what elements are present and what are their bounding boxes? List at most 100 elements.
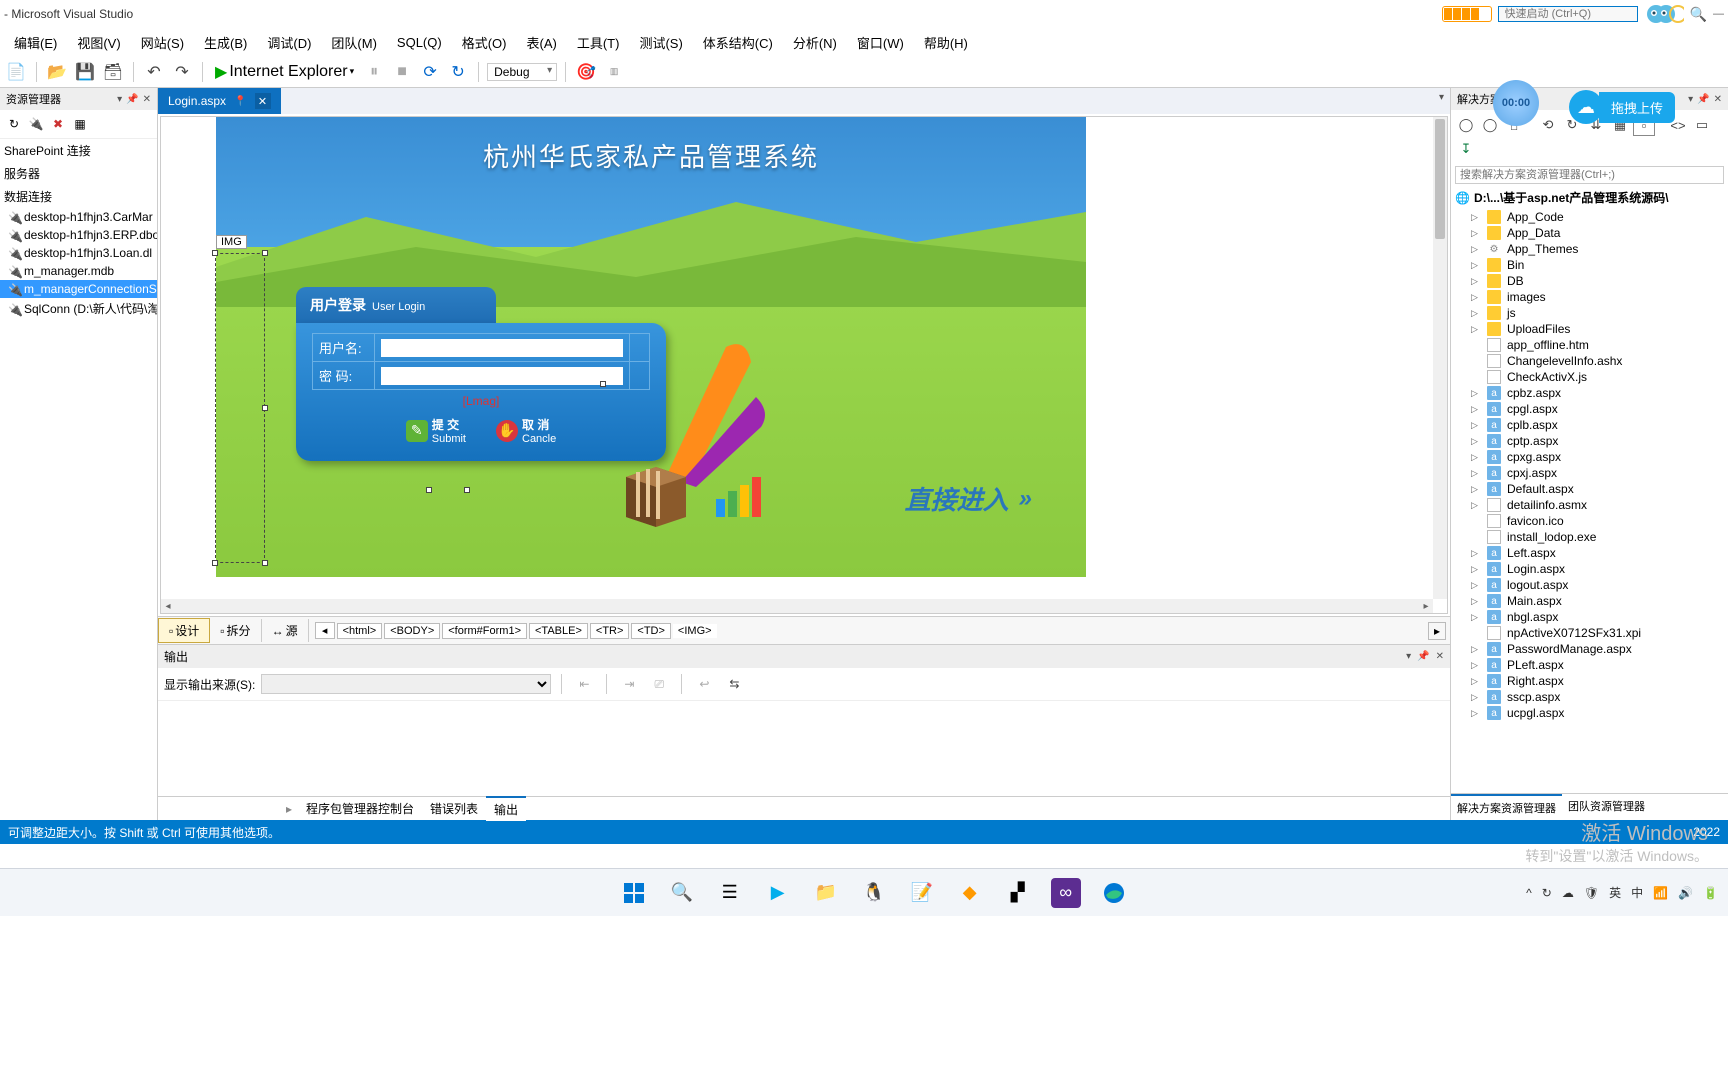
app-icon[interactable]: ◆: [955, 878, 985, 908]
connection-item[interactable]: 🔌desktop-h1fhjn3.Loan.dl: [0, 244, 157, 262]
expand-icon[interactable]: ▷: [1471, 420, 1481, 431]
expand-icon[interactable]: ▷: [1471, 468, 1481, 479]
solution-item[interactable]: ▷asscp.aspx: [1451, 689, 1728, 705]
direct-enter-link[interactable]: 直接进入»: [905, 480, 1026, 517]
crumb-prev-icon[interactable]: ◂: [315, 622, 335, 639]
find-msg-icon[interactable]: ⇥: [617, 672, 641, 696]
config-combo[interactable]: Debug: [487, 63, 557, 81]
connection-item[interactable]: 🔌m_managerConnectionS: [0, 280, 157, 298]
solution-item[interactable]: ChangelevelInfo.ashx: [1451, 353, 1728, 369]
crumb-item[interactable]: <form#Form1>: [442, 623, 527, 639]
sync-icon[interactable]: ↻: [1542, 886, 1552, 900]
horizontal-scrollbar[interactable]: ◂▸: [161, 599, 1433, 613]
expand-icon[interactable]: ▷: [1471, 244, 1481, 255]
refresh-icon[interactable]: ↻: [4, 114, 24, 134]
output-text[interactable]: [158, 701, 1450, 796]
solution-item[interactable]: ▷aucpgl.aspx: [1451, 705, 1728, 721]
solution-item[interactable]: favicon.ico: [1451, 513, 1728, 529]
battery-icon[interactable]: 🔋: [1703, 886, 1718, 900]
tab-package-manager[interactable]: 程序包管理器控制台: [298, 797, 422, 820]
ime-mode[interactable]: 中: [1631, 884, 1643, 901]
volume-icon[interactable]: 🔊: [1678, 886, 1693, 900]
expand-icon[interactable]: ▷: [1471, 708, 1481, 719]
window-pos-icon[interactable]: ▾: [117, 94, 122, 105]
tree-category[interactable]: SharePoint 连接: [0, 139, 157, 162]
tab-error-list[interactable]: 错误列表: [422, 797, 486, 820]
crumb-item[interactable]: <TR>: [590, 623, 630, 639]
security-icon[interactable]: 🛡: [1584, 886, 1599, 900]
tree-category[interactable]: 数据连接: [0, 185, 157, 208]
expand-icon[interactable]: ▷: [1471, 644, 1481, 655]
connection-item[interactable]: 🔌desktop-h1fhjn3.CarMar: [0, 208, 157, 226]
search-icon[interactable]: 🔍: [1690, 6, 1707, 23]
refresh-icon[interactable]: ↻: [446, 60, 470, 84]
expand-icon[interactable]: ▷: [1471, 692, 1481, 703]
solution-search-input[interactable]: [1455, 166, 1724, 184]
solution-item[interactable]: ▷acpgl.aspx: [1451, 401, 1728, 417]
password-input[interactable]: [381, 367, 623, 385]
word-wrap-icon[interactable]: ↩: [692, 672, 716, 696]
expand-icon[interactable]: ▷: [1471, 292, 1481, 303]
task-view-icon[interactable]: ☰: [715, 878, 745, 908]
menu-team[interactable]: 团队(M): [321, 29, 387, 56]
edge-icon[interactable]: [1099, 878, 1129, 908]
expand-icon[interactable]: ▷: [1471, 388, 1481, 399]
connection-item[interactable]: 🔌desktop-h1fhjn3.ERP.dbo: [0, 226, 157, 244]
tab-login-aspx[interactable]: Login.aspx 📍 ✕: [158, 88, 281, 114]
selected-img-element[interactable]: [215, 253, 265, 563]
pin-icon[interactable]: 📍: [234, 96, 246, 107]
copy-icon[interactable]: ↧: [1455, 138, 1477, 160]
crumb-item[interactable]: <html>: [337, 623, 383, 639]
expand-icon[interactable]: ▷: [1471, 212, 1481, 223]
expand-icon[interactable]: ▷: [1471, 452, 1481, 463]
run-button[interactable]: ▶ Internet Explorer ▾: [211, 60, 358, 84]
wifi-icon[interactable]: 📶: [1653, 886, 1668, 900]
timer-badge[interactable]: 00:00: [1493, 80, 1539, 126]
notepad-icon[interactable]: 📝: [907, 878, 937, 908]
expand-icon[interactable]: ▷: [1471, 500, 1481, 511]
chevron-up-icon[interactable]: ^: [1526, 886, 1532, 900]
pin-icon[interactable]: 📌: [126, 94, 138, 105]
server-explorer-tree[interactable]: SharePoint 连接 服务器 数据连接 🔌desktop-h1fhjn3.…: [0, 139, 157, 319]
stop-icon[interactable]: ■: [390, 60, 414, 84]
tree-category[interactable]: 服务器: [0, 162, 157, 185]
output-source-combo[interactable]: [261, 674, 551, 694]
pause-icon[interactable]: ⏸: [362, 60, 386, 84]
target-rule-icon[interactable]: 🎯: [574, 60, 598, 84]
system-tray[interactable]: ^ ↻ ☁ 🛡 英 中 📶 🔊 🔋: [1526, 884, 1728, 901]
visual-studio-icon[interactable]: ∞: [1051, 878, 1081, 908]
solution-item[interactable]: ▷acpbz.aspx: [1451, 385, 1728, 401]
expand-icon[interactable]: ▷: [1471, 660, 1481, 671]
solution-item[interactable]: install_lodop.exe: [1451, 529, 1728, 545]
window-pos-icon[interactable]: ▾: [1688, 94, 1693, 105]
tabs-overflow-icon[interactable]: ▾: [1433, 88, 1450, 114]
qq-icon[interactable]: 🐧: [859, 878, 889, 908]
close-icon[interactable]: ✕: [143, 94, 151, 105]
crumb-next-icon[interactable]: ▸: [1428, 622, 1446, 640]
connect-icon[interactable]: 🔌: [26, 114, 46, 134]
onedrive-icon[interactable]: ☁: [1562, 886, 1574, 900]
solution-item[interactable]: ▷acpxg.aspx: [1451, 449, 1728, 465]
design-view-button[interactable]: ▫ 设计: [158, 618, 210, 643]
crumb-item[interactable]: <BODY>: [384, 623, 440, 639]
expand-icon[interactable]: ▷: [1471, 260, 1481, 271]
stop-icon[interactable]: ✖: [48, 114, 68, 134]
save-all-icon[interactable]: 🗃: [101, 60, 125, 84]
menu-help[interactable]: 帮助(H): [914, 29, 978, 56]
vertical-scrollbar[interactable]: [1433, 117, 1447, 599]
expand-icon[interactable]: ▷: [1471, 580, 1481, 591]
expand-icon[interactable]: ▷: [1471, 596, 1481, 607]
expand-icon[interactable]: ▷: [1471, 612, 1481, 623]
solution-item[interactable]: ▷acptp.aspx: [1451, 433, 1728, 449]
back-icon[interactable]: ◯: [1455, 114, 1477, 136]
solution-item[interactable]: ▷acplb.aspx: [1451, 417, 1728, 433]
close-icon[interactable]: ✕: [255, 93, 271, 109]
menu-architecture[interactable]: 体系结构(C): [693, 29, 783, 56]
quick-launch-input[interactable]: [1498, 6, 1638, 22]
solution-item[interactable]: ▷alogout.aspx: [1451, 577, 1728, 593]
pin-icon[interactable]: 📌: [1697, 94, 1709, 105]
solution-item[interactable]: ▷aLogin.aspx: [1451, 561, 1728, 577]
expand-icon[interactable]: ▷: [1471, 324, 1481, 335]
toggle-icon[interactable]: ⇆: [722, 672, 746, 696]
menu-edit[interactable]: 编辑(E): [4, 29, 67, 56]
